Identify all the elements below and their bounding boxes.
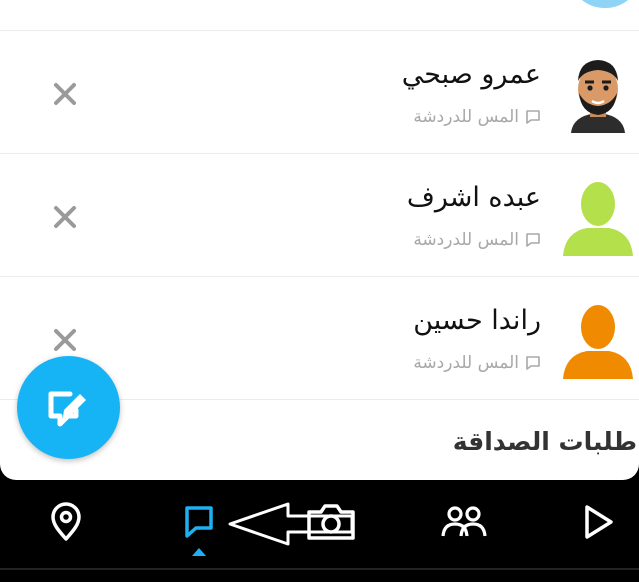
active-tab-indicator	[192, 548, 206, 556]
play-icon	[585, 505, 613, 539]
close-icon	[54, 206, 76, 228]
nav-map[interactable]	[38, 494, 94, 550]
friend-name: عبده اشرف	[406, 182, 541, 213]
divider	[0, 568, 639, 570]
nav-friends[interactable]	[436, 494, 492, 550]
friend-name: عمرو صبحي	[401, 59, 541, 90]
list-item-friend-2[interactable]: عبده اشرف المس للدردشة	[0, 154, 639, 276]
section-title: طلبات الصداقة	[452, 427, 637, 456]
bitmoji-avatar[interactable]	[557, 51, 639, 133]
dismiss-button[interactable]	[46, 75, 84, 113]
close-icon	[54, 83, 76, 105]
friend-name: راندا حسين	[413, 305, 541, 336]
nav-chat[interactable]	[171, 494, 227, 550]
default-avatar-green[interactable]	[557, 174, 639, 256]
tap-to-chat-label: المس للدردشة	[413, 230, 519, 250]
dismiss-button[interactable]	[46, 321, 84, 359]
tap-to-chat-label: المس للدردشة	[413, 353, 519, 373]
chat-icon	[185, 506, 213, 538]
chat-bubble-icon	[526, 356, 540, 370]
close-icon	[54, 329, 76, 351]
tap-to-chat-hint: المس للدردشة	[413, 107, 541, 127]
map-pin-icon	[51, 502, 81, 541]
bitmoji-avatar-icon	[571, 60, 625, 133]
compose-chat-icon	[48, 391, 86, 426]
new-chat-button[interactable]	[17, 356, 120, 459]
tap-to-chat-hint: المس للدردشة	[413, 230, 541, 250]
person-silhouette-icon	[563, 305, 633, 379]
person-silhouette-icon	[563, 182, 633, 256]
chat-bubble-icon	[526, 110, 540, 124]
arrow-annotation-icon	[228, 502, 354, 546]
tap-to-chat-label: المس للدردشة	[413, 107, 519, 127]
chat-bubble-icon	[526, 233, 540, 247]
nav-discover[interactable]	[570, 494, 626, 550]
friends-icon	[441, 506, 487, 537]
tap-to-chat-hint: المس للدردشة	[413, 353, 541, 373]
dismiss-button[interactable]	[46, 198, 84, 236]
default-avatar-orange[interactable]	[557, 297, 639, 379]
avatar[interactable]	[571, 0, 639, 8]
list-item-friend-1[interactable]: عمرو صبحي المس للدردشة	[0, 31, 639, 153]
